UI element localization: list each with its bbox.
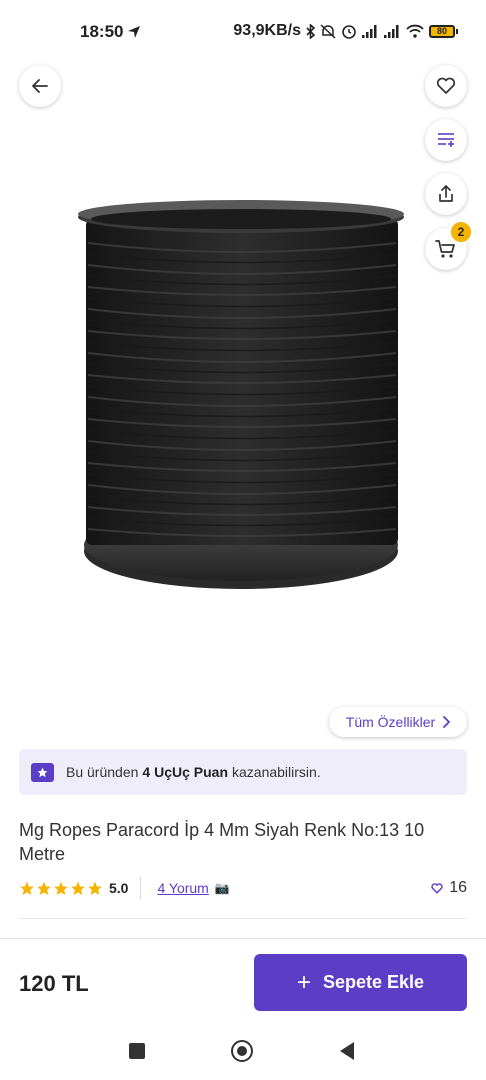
alarm-icon	[342, 25, 356, 39]
rating-score: 5.0	[109, 880, 129, 896]
bottom-bar: 120 TL + Sepete Ekle	[0, 938, 486, 1028]
price: 120 TL	[19, 971, 89, 996]
favorite-button[interactable]	[425, 65, 467, 107]
rating-divider	[140, 877, 142, 899]
system-nav-bar	[0, 1028, 486, 1080]
cart-count-badge: 2	[451, 222, 471, 242]
status-time: 18:50	[80, 22, 141, 42]
network-speed: 93,9KB/s	[233, 22, 301, 39]
points-suffix: kazanabilirsin.	[232, 764, 321, 780]
star-icon	[54, 881, 68, 895]
plus-icon: +	[296, 968, 311, 996]
status-time-text: 18:50	[80, 22, 124, 41]
share-icon	[439, 185, 453, 202]
likes-value: 16	[449, 879, 467, 896]
star-icon	[37, 881, 51, 895]
heart-icon	[431, 882, 443, 893]
bluetooth-icon	[306, 23, 315, 39]
reviews-link[interactable]: 4 Yorum	[157, 880, 208, 896]
cart-button[interactable]: 2	[425, 222, 471, 270]
status-bar: 18:50 93,9KB/s 80	[0, 0, 486, 66]
battery-icon: 80	[429, 24, 458, 38]
arrow-left-icon	[32, 79, 48, 93]
list-filter-icon	[438, 133, 454, 147]
recent-apps-button[interactable]	[129, 1043, 145, 1059]
status-icons: 93,9KB/s 80	[233, 22, 458, 40]
add-to-cart-label: Sepete Ekle	[322, 972, 425, 992]
signal-icon	[384, 24, 399, 38]
add-to-cart-button[interactable]: + Sepete Ekle	[254, 954, 467, 1011]
similar-products-button[interactable]	[425, 119, 467, 161]
points-amount: 4 UçUç Puan	[142, 764, 228, 780]
points-star-icon	[31, 762, 54, 782]
star-icon	[20, 881, 34, 895]
mute-icon	[320, 23, 336, 39]
share-button[interactable]	[425, 173, 467, 215]
location-arrow-icon	[128, 26, 141, 38]
product-image[interactable]	[70, 195, 415, 595]
all-specs-label: Tüm Özellikler	[345, 714, 436, 730]
product-title: Mg Ropes Paracord İp 4 Mm Siyah Renk No:…	[19, 820, 425, 864]
star-icon	[71, 881, 85, 895]
all-specs-button[interactable]: Tüm Özellikler	[329, 707, 467, 737]
rating-row: 5.0 4 Yorum 📷 16	[19, 876, 467, 900]
home-button[interactable]	[231, 1040, 253, 1062]
section-divider	[19, 918, 467, 919]
points-prefix: Bu üründen	[66, 764, 139, 780]
battery-level: 80	[429, 24, 455, 38]
likes-count: 16	[431, 879, 467, 897]
wifi-icon	[406, 24, 424, 38]
star-icon	[88, 881, 102, 895]
chevron-right-icon	[443, 716, 451, 728]
heart-icon	[436, 77, 456, 94]
back-button[interactable]	[19, 65, 61, 107]
camera-icon: 📷	[214, 881, 230, 895]
points-banner: Bu üründen 4 UçUç Puan kazanabilirsin.	[19, 749, 467, 795]
rating-stars	[19, 881, 103, 896]
signal-icon	[362, 24, 377, 38]
nav-back-button[interactable]	[338, 1041, 356, 1061]
cart-icon	[435, 240, 455, 258]
